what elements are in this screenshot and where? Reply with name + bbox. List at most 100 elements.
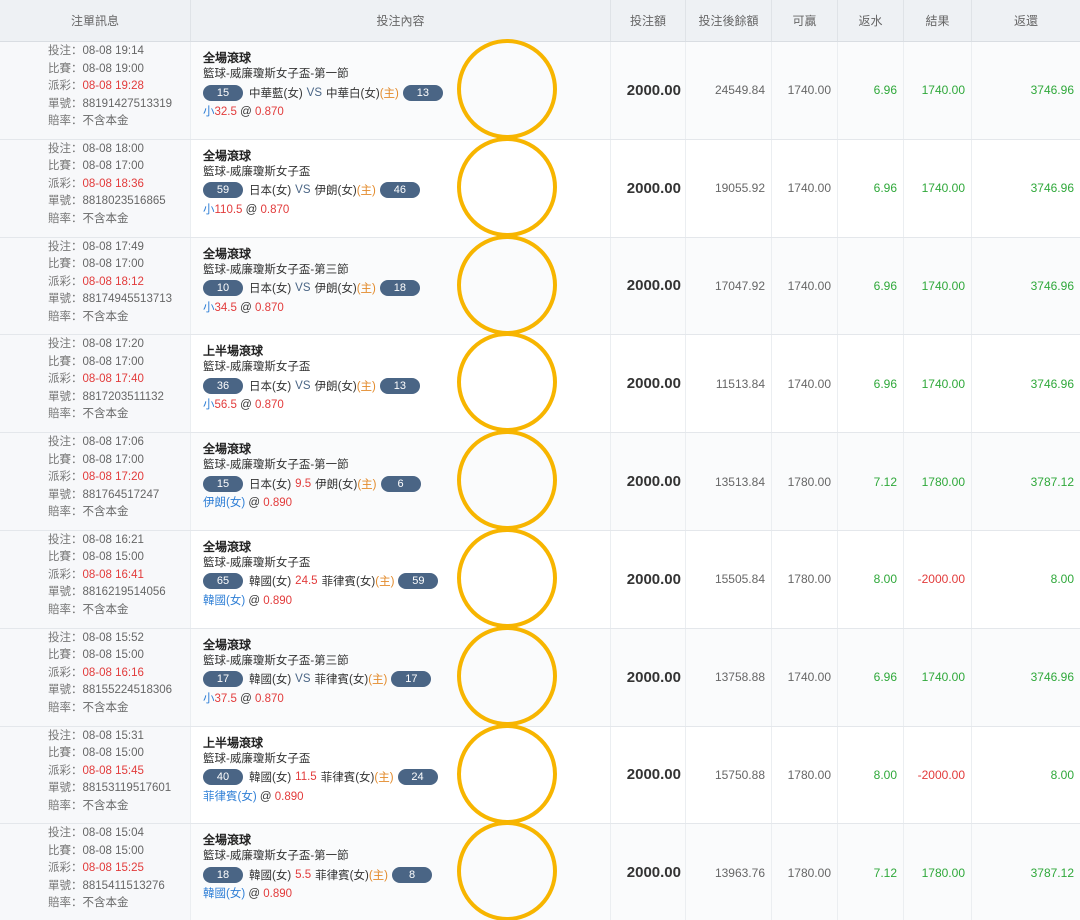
at-symbol: @ [248, 888, 261, 901]
settle-time-value: 08-08 15:25 [82, 862, 144, 875]
result-cell: 1780.00 [904, 433, 972, 530]
order-number-value[interactable]: 88153119517601 [83, 782, 172, 794]
pick-odds: 0.870 [260, 203, 290, 216]
match-time-label: 比賽： [48, 844, 83, 857]
highlight-circle-annotation [457, 234, 557, 335]
pick-selection: 小 [203, 301, 215, 314]
match-time-value: 08-08 17:00 [82, 258, 144, 271]
order-number-value[interactable]: 88174945513713 [83, 293, 173, 305]
pick-line-value: 56.5 [214, 399, 237, 412]
result-cell: 1740.00 [904, 237, 972, 335]
rebate-cell: 8.00 [838, 530, 904, 628]
match-time-label: 比賽： [48, 62, 83, 75]
header-info: 注單訊息 [0, 0, 191, 41]
match-time-value: 08-08 15:00 [82, 844, 144, 857]
win-cell: 1740.00 [772, 335, 838, 433]
order-number-value[interactable]: 8818023516865 [83, 195, 166, 207]
settle-time-label: 派彩： [48, 471, 83, 484]
order-number-label: 單號： [48, 586, 83, 599]
order-number-value[interactable]: 8815411513276 [83, 880, 165, 892]
bet-time-label: 投注： [48, 142, 83, 155]
return-cell: 3746.96 [1030, 376, 1074, 391]
table-row[interactable]: 投注：08-08 15:04 比賽：08-08 15:00 派彩：08-08 1… [0, 821, 1080, 920]
order-number-value[interactable]: 88191427513319 [83, 98, 173, 110]
pick-odds: 0.870 [254, 399, 284, 412]
header-win: 可贏 [772, 0, 838, 41]
table-row[interactable]: 投注：08-08 17:06 比賽：08-08 17:00 派彩：08-08 1… [0, 430, 1080, 531]
bet-content-cell: 全場滾球 籃球-威廉瓊斯女子盃 59 日本(女) VS 伊朗(女) (主) 46… [191, 136, 611, 237]
bet-content-cell: 全場滾球 籃球-威廉瓊斯女子盃-第一節 18 韓國(女) 5.5 菲律賓(女) … [191, 821, 611, 920]
right-score-pill: 13 [379, 377, 420, 394]
table-row[interactable]: 投注：08-08 15:52 比賽：08-08 15:00 派彩：08-08 1… [0, 625, 1080, 727]
team-a: 韓國(女) [249, 869, 292, 882]
match-time: 比賽：08-08 17:00 [48, 158, 190, 176]
team-a: 中華藍(女) [249, 87, 303, 100]
stake-cell: 2000.00 [611, 628, 686, 726]
team-a: 韓國(女) [249, 772, 292, 785]
highlight-circle-annotation [457, 527, 557, 628]
order-number-label: 單號： [48, 782, 83, 795]
odds-type: 賠率：不含本金 [48, 798, 190, 816]
order-number-value[interactable]: 88155224518306 [83, 684, 173, 696]
team-b: 菲律賓(女) [321, 576, 376, 589]
order-number-value[interactable]: 8816219514056 [83, 586, 166, 598]
left-score-pill: 65 [203, 573, 243, 590]
stake-cell: 2000.00 [611, 335, 686, 433]
at-symbol: @ [248, 594, 261, 607]
match-time-label: 比賽： [48, 747, 83, 760]
match-middle: VS [295, 673, 311, 686]
odds-type-value: 不含本金 [82, 799, 129, 812]
table-row[interactable]: 投注：08-08 17:49 比賽：08-08 17:00 派彩：08-08 1… [0, 234, 1080, 336]
win-cell: 1740.00 [772, 139, 838, 237]
bet-content-cell: 上半場滾球 籃球-威廉瓊斯女子盃 40 韓國(女) 11.5 菲律賓(女) (主… [191, 723, 611, 824]
return-cell: 3746.96 [1030, 83, 1074, 98]
settle-time-value: 08-08 18:12 [82, 275, 144, 288]
home-marker: (主) [374, 772, 394, 785]
table-row[interactable]: 投注：08-08 18:00 比賽：08-08 17:00 派彩：08-08 1… [0, 136, 1080, 238]
odds-type-value: 不含本金 [82, 701, 129, 714]
table-body: 投注：08-08 19:14 比賽：08-08 19:00 派彩：08-08 1… [0, 39, 1080, 920]
order-number: 單號：88153119517601 [48, 780, 190, 798]
return-cell: 8.00 [1050, 572, 1074, 587]
settle-time: 派彩：08-08 19:28 [48, 78, 190, 96]
order-number-label: 單號： [48, 293, 83, 306]
return-cell: 3787.12 [1030, 474, 1074, 489]
bet-content-cell: 全場滾球 籃球-威廉瓊斯女子盃 65 韓國(女) 24.5 菲律賓(女) (主)… [191, 527, 611, 628]
order-number: 單號：8815411513276 [48, 878, 190, 896]
stake-cell: 2000.00 [611, 139, 686, 237]
odds-type: 賠率：不含本金 [48, 700, 190, 718]
order-number: 單號：8817203511132 [48, 389, 190, 407]
bet-time-value: 08-08 18:00 [82, 142, 144, 155]
match-time-label: 比賽： [48, 355, 83, 368]
odds-type-label: 賠率： [48, 506, 83, 519]
pick-selection: 韓國(女) [203, 888, 246, 901]
team-a: 日本(女) [249, 478, 292, 491]
match-time-label: 比賽： [48, 551, 83, 564]
team-b: 伊朗(女) [314, 380, 357, 393]
highlight-circle-annotation [457, 723, 557, 824]
rebate-cell: 8.00 [838, 726, 904, 824]
home-marker: (主) [375, 576, 395, 589]
odds-type-label: 賠率： [48, 799, 83, 812]
result-cell: -2000.00 [904, 530, 972, 628]
settle-time: 派彩：08-08 18:12 [48, 274, 190, 292]
team-b: 菲律賓(女) [315, 869, 369, 882]
order-number-value[interactable]: 8817203511132 [83, 391, 164, 403]
table-row[interactable]: 投注：08-08 16:21 比賽：08-08 15:00 派彩：08-08 1… [0, 527, 1080, 629]
stake-cell: 2000.00 [611, 530, 686, 628]
pick-selection: 小 [203, 692, 215, 705]
odds-type: 賠率：不含本金 [48, 504, 190, 522]
right-score-pill: 8 [392, 866, 433, 883]
table-row[interactable]: 投注：08-08 17:20 比賽：08-08 17:00 派彩：08-08 1… [0, 332, 1080, 434]
pick-line-value: 37.5 [214, 692, 237, 705]
table-row[interactable]: 投注：08-08 15:31 比賽：08-08 15:00 派彩：08-08 1… [0, 723, 1080, 825]
settle-time-value: 08-08 16:41 [82, 568, 144, 581]
left-score-pill: 40 [203, 769, 243, 786]
order-number: 單號：88174945513713 [48, 291, 190, 309]
order-number-value[interactable]: 881764517247 [83, 489, 160, 501]
settle-time: 派彩：08-08 15:45 [48, 763, 190, 781]
table-row[interactable]: 投注：08-08 19:14 比賽：08-08 19:00 派彩：08-08 1… [0, 39, 1080, 140]
settle-time-value: 08-08 19:28 [82, 80, 144, 92]
match-time: 比賽：08-08 17:00 [48, 256, 190, 274]
odds-type: 賠率：不含本金 [48, 406, 190, 424]
